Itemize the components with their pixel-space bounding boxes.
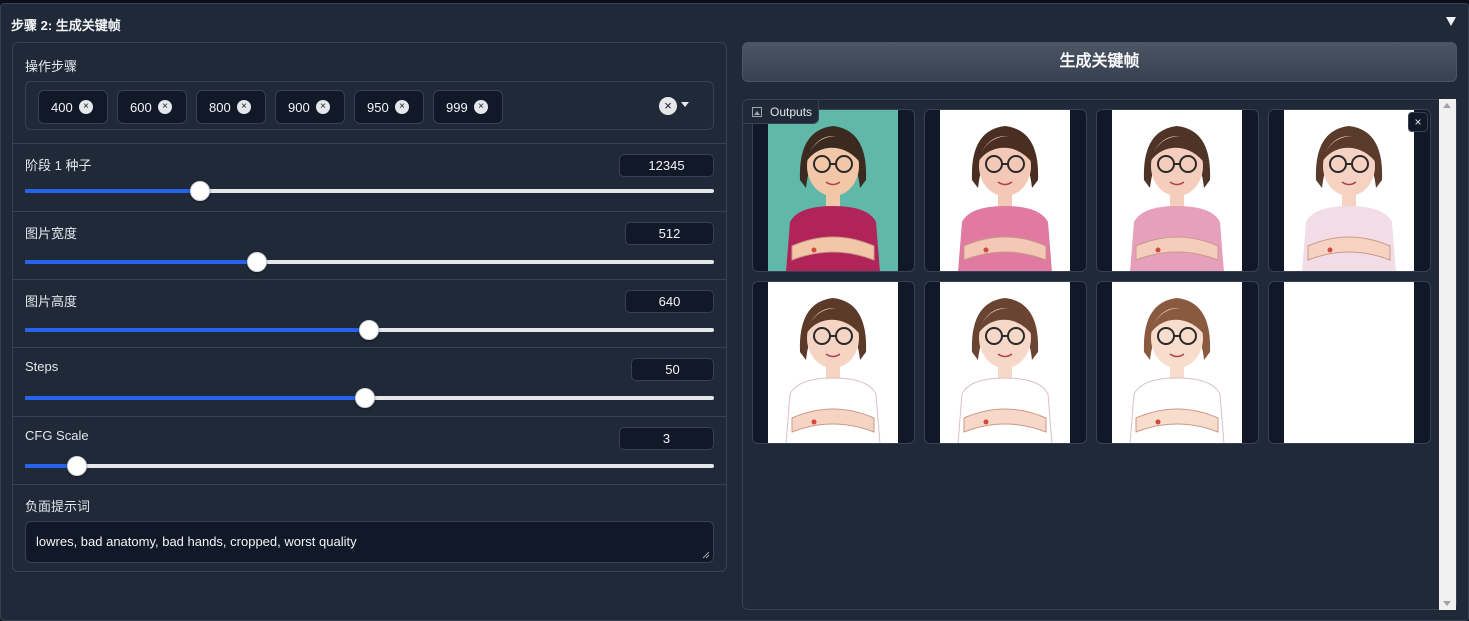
cfg-slider[interactable] <box>25 456 714 476</box>
cfg-label: CFG Scale <box>25 428 89 443</box>
negative-prompt-label: 负面提示词 <box>25 499 91 514</box>
keyframe-image <box>768 282 898 443</box>
gallery-label: Outputs <box>743 100 819 124</box>
slider-thumb[interactable] <box>355 388 376 408</box>
token-label: 999 <box>446 99 468 115</box>
keyframe-image <box>940 282 1070 443</box>
slider-fill <box>25 396 366 400</box>
steps-slider[interactable] <box>25 388 714 408</box>
gallery-label-text: Outputs <box>770 104 813 119</box>
operations-label: 操作步骤 <box>25 59 78 74</box>
operation-token[interactable]: 600 × <box>117 90 187 124</box>
width-slider[interactable] <box>25 252 714 272</box>
slider-fill <box>25 260 257 264</box>
keyframe-image <box>1284 282 1414 443</box>
divider <box>13 347 726 348</box>
width-input[interactable]: 512 <box>625 222 714 245</box>
operations-multiselect[interactable]: 400 × 600 × 800 × 900 × 950 × 999 × × <box>25 81 714 130</box>
seed-input[interactable]: 12345 <box>619 154 714 177</box>
operation-token[interactable]: 999 × <box>433 90 503 124</box>
token-remove-icon[interactable]: × <box>237 100 251 114</box>
slider-fill <box>25 328 369 332</box>
height-slider[interactable] <box>25 320 714 340</box>
seed-label: 阶段 1 种子 <box>25 158 92 173</box>
divider <box>13 279 726 280</box>
keyframe-image <box>1112 282 1242 443</box>
token-remove-icon[interactable]: × <box>474 100 488 114</box>
divider <box>13 484 726 485</box>
keyframe-image <box>1284 110 1414 271</box>
scroll-up-arrow-icon[interactable] <box>1443 103 1451 108</box>
keyframe-2-thumbnail[interactable] <box>924 109 1087 272</box>
divider <box>13 143 726 144</box>
keyframe-5-thumbnail[interactable] <box>752 281 915 444</box>
steps-label: Steps <box>25 359 59 374</box>
settings-panel: 操作步骤 400 × 600 × 800 × 900 × 950 × 999 ×… <box>12 42 727 572</box>
clear-all-icon[interactable]: × <box>659 97 677 115</box>
seed-slider[interactable] <box>25 181 714 201</box>
keyframe-3-thumbnail[interactable] <box>1096 109 1259 272</box>
slider-thumb[interactable] <box>67 456 88 476</box>
slider-thumb[interactable] <box>358 320 379 340</box>
width-label: 图片宽度 <box>25 226 78 241</box>
steps-input[interactable]: 50 <box>631 358 714 381</box>
keyframe-8-thumbnail[interactable] <box>1268 281 1431 444</box>
token-label: 900 <box>288 99 310 115</box>
operation-token[interactable]: 400 × <box>38 90 108 124</box>
token-label: 950 <box>367 99 389 115</box>
keyframe-7-thumbnail[interactable] <box>1096 281 1259 444</box>
generate-keyframes-button[interactable]: 生成关键帧 <box>742 42 1457 82</box>
divider <box>13 211 726 212</box>
token-remove-icon[interactable]: × <box>316 100 330 114</box>
close-icon[interactable]: × <box>1408 112 1428 132</box>
accordion-title[interactable]: 步骤 2: 生成关键帧 <box>11 15 121 34</box>
keyframe-image <box>768 110 898 271</box>
outputs-gallery: Outputs × <box>742 99 1457 610</box>
token-label: 600 <box>130 99 152 115</box>
keyframe-step-accordion: 步骤 2: 生成关键帧 操作步骤 400 × 600 × 800 × 900 × <box>0 3 1469 621</box>
keyframe-6-thumbnail[interactable] <box>924 281 1087 444</box>
scroll-down-arrow-icon[interactable] <box>1443 601 1451 606</box>
keyframe-4-thumbnail[interactable] <box>1268 109 1431 272</box>
divider <box>13 416 726 417</box>
cfg-input[interactable]: 3 <box>619 427 714 450</box>
keyframe-image <box>1112 110 1242 271</box>
negative-prompt-textarea[interactable]: lowres, bad anatomy, bad hands, cropped,… <box>25 521 714 563</box>
resize-grip-icon[interactable] <box>702 551 710 559</box>
operation-token[interactable]: 950 × <box>354 90 424 124</box>
slider-thumb[interactable] <box>246 252 267 272</box>
height-input[interactable]: 640 <box>625 290 714 313</box>
negative-prompt-value: lowres, bad anatomy, bad hands, cropped,… <box>36 534 357 549</box>
token-remove-icon[interactable]: × <box>158 100 172 114</box>
token-label: 800 <box>209 99 231 115</box>
collapse-triangle-icon[interactable] <box>1444 14 1458 28</box>
image-icon <box>752 106 762 117</box>
operation-token[interactable]: 800 × <box>196 90 266 124</box>
keyframe-image <box>940 110 1070 271</box>
height-label: 图片高度 <box>25 294 78 309</box>
slider-thumb[interactable] <box>190 181 210 201</box>
token-label: 400 <box>51 99 73 115</box>
token-remove-icon[interactable]: × <box>79 100 93 114</box>
operation-token[interactable]: 900 × <box>275 90 345 124</box>
token-remove-icon[interactable]: × <box>395 100 409 114</box>
keyframe-1-thumbnail[interactable] <box>752 109 915 272</box>
gallery-scrollbar[interactable] <box>1439 99 1456 610</box>
dropdown-arrow-icon[interactable] <box>681 102 689 107</box>
slider-fill <box>25 189 200 193</box>
